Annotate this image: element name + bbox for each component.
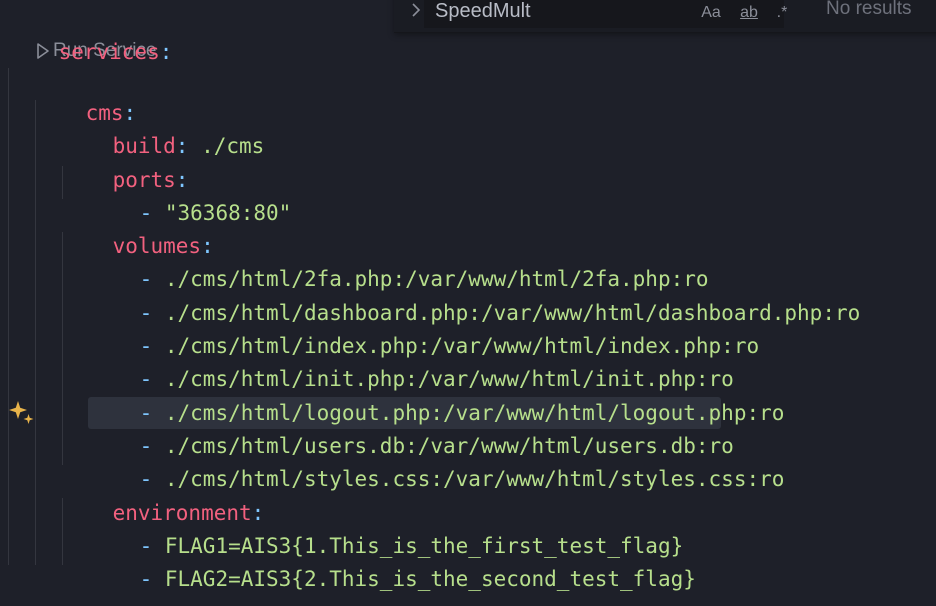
yaml-line[interactable]: volumes:: [62, 197, 214, 258]
yaml-line[interactable]: - FLAG2=AIS3{2.This_is_the_second_test_f…: [89, 530, 696, 591]
yaml-line[interactable]: - ./cms/html/logout.php:/var/www/html/lo…: [89, 364, 785, 425]
yaml-line[interactable]: cms:: [35, 64, 137, 125]
yaml-line[interactable]: environment:: [62, 464, 265, 525]
yaml-line[interactable]: services:: [8, 3, 173, 64]
sparkle-icon[interactable]: [9, 400, 35, 426]
code-editor[interactable]: Run Service services: cms: build: ./cms …: [0, 0, 936, 606]
yaml-line[interactable]: - FLAG1=AIS3{1.This_is_the_first_test_fl…: [89, 497, 684, 558]
find-results-count: No results: [826, 0, 912, 19]
regex-option[interactable]: .*: [771, 1, 793, 25]
yaml-line[interactable]: - ./cms/html/styles.css:/var/www/html/st…: [89, 430, 785, 491]
yaml-line[interactable]: build: ./cms: [62, 97, 265, 158]
match-case-option[interactable]: Aa: [697, 1, 725, 25]
yaml-line-current[interactable]: - ./cms/html/users.db:/var/www/html/user…: [89, 397, 734, 458]
yaml-colon: :: [159, 40, 173, 64]
chevron-right-icon[interactable]: [408, 0, 424, 20]
yaml-line[interactable]: ports:: [62, 131, 189, 192]
yaml-line[interactable]: - ./cms/html/init.php:/var/www/html/init…: [89, 330, 734, 391]
indent-guide: [35, 100, 36, 565]
indent-guide: [8, 68, 9, 565]
yaml-value: FLAG2=AIS3{2.This_is_the_second_test_fla…: [164, 567, 696, 591]
find-input[interactable]: SpeedMult Aa ab .*: [424, 0, 787, 28]
yaml-value: ./cms: [188, 134, 265, 158]
yaml-line[interactable]: - "36368:80": [89, 164, 292, 225]
yaml-line[interactable]: - ./cms/html/index.php:/var/www/html/ind…: [89, 297, 760, 358]
yaml-line[interactable]: - ./cms/html/dashboard.php:/var/www/html…: [89, 264, 861, 325]
yaml-dash: -: [139, 567, 165, 591]
find-query: SpeedMult: [435, 0, 531, 22]
whole-word-option[interactable]: ab: [735, 1, 763, 25]
find-widget: SpeedMult Aa ab .* No results: [394, 0, 936, 33]
yaml-key: services: [58, 40, 160, 64]
yaml-line[interactable]: - ./cms/html/2fa.php:/var/www/html/2fa.p…: [89, 230, 709, 291]
